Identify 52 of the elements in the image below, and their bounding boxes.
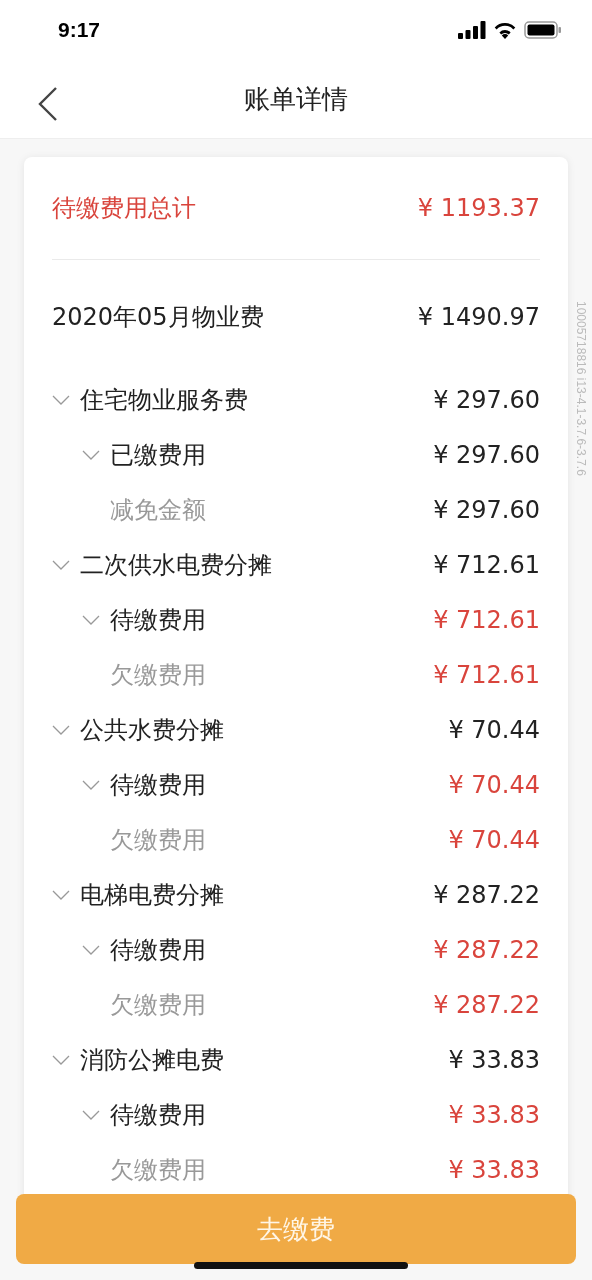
item-amount: ¥ 297.60 [433, 495, 540, 524]
chevron-down-icon[interactable] [82, 778, 100, 791]
chevron-down-icon[interactable] [82, 448, 100, 461]
item-label: 二次供水电费分摊 [80, 549, 272, 581]
item-amount: ¥ 287.22 [433, 880, 540, 909]
pay-button[interactable]: 去缴费 [16, 1194, 576, 1264]
item-label: 待缴费用 [110, 604, 206, 636]
page-title: 账单详情 [244, 82, 348, 116]
item-amount: ¥ 33.83 [448, 1155, 540, 1184]
chevron-down-icon[interactable] [82, 943, 100, 956]
item-amount: ¥ 70.44 [448, 770, 540, 799]
item-label: 已缴费用 [110, 439, 206, 471]
chevron-down-icon[interactable] [52, 558, 70, 571]
bill-amount: ¥ 1490.97 [417, 303, 540, 331]
item-amount: ¥ 287.22 [433, 990, 540, 1019]
status-time: 9:17 [58, 18, 101, 42]
chevron-down-icon[interactable] [52, 393, 70, 406]
item-label: 欠缴费用 [110, 989, 206, 1021]
chevron-down-icon[interactable] [52, 1053, 70, 1066]
item-label: 欠缴费用 [110, 824, 206, 856]
item-amount: ¥ 33.83 [448, 1045, 540, 1074]
item-amount: ¥ 712.61 [433, 660, 540, 689]
total-amount: ¥ 1193.37 [417, 194, 540, 222]
item-amount: ¥ 287.22 [433, 935, 540, 964]
item-label: 减免金额 [110, 494, 206, 526]
item-label: 住宅物业服务费 [80, 384, 248, 416]
total-label: 待缴费用总计 [52, 193, 196, 224]
version-code: 10005718816 i13-4.1-3.7.6-3.7.6 [574, 301, 588, 476]
chevron-down-icon[interactable] [82, 613, 100, 626]
item-label: 待缴费用 [110, 934, 206, 966]
chevron-down-icon[interactable] [82, 1108, 100, 1121]
item-label: 欠缴费用 [110, 659, 206, 691]
item-amount: ¥ 70.44 [448, 715, 540, 744]
item-label: 公共水费分摊 [80, 714, 224, 746]
item-amount: ¥ 712.61 [433, 605, 540, 634]
back-icon[interactable] [36, 86, 60, 122]
battery-icon [524, 21, 562, 39]
item-label: 欠缴费用 [110, 1154, 206, 1186]
item-label: 待缴费用 [110, 769, 206, 801]
signal-icon [458, 21, 486, 39]
item-label: 待缴费用 [110, 1099, 206, 1131]
chevron-down-icon[interactable] [52, 723, 70, 736]
wifi-icon [493, 21, 517, 39]
chevron-down-icon[interactable] [52, 888, 70, 901]
item-amount: ¥ 297.60 [433, 440, 540, 469]
item-label: 电梯电费分摊 [80, 879, 224, 911]
item-amount: ¥ 297.60 [433, 385, 540, 414]
item-amount: ¥ 712.61 [433, 550, 540, 579]
item-amount: ¥ 70.44 [448, 825, 540, 854]
bill-title: 2020年05月物业费 [52, 302, 264, 333]
item-amount: ¥ 33.83 [448, 1100, 540, 1129]
item-label: 消防公摊电费 [80, 1044, 224, 1076]
